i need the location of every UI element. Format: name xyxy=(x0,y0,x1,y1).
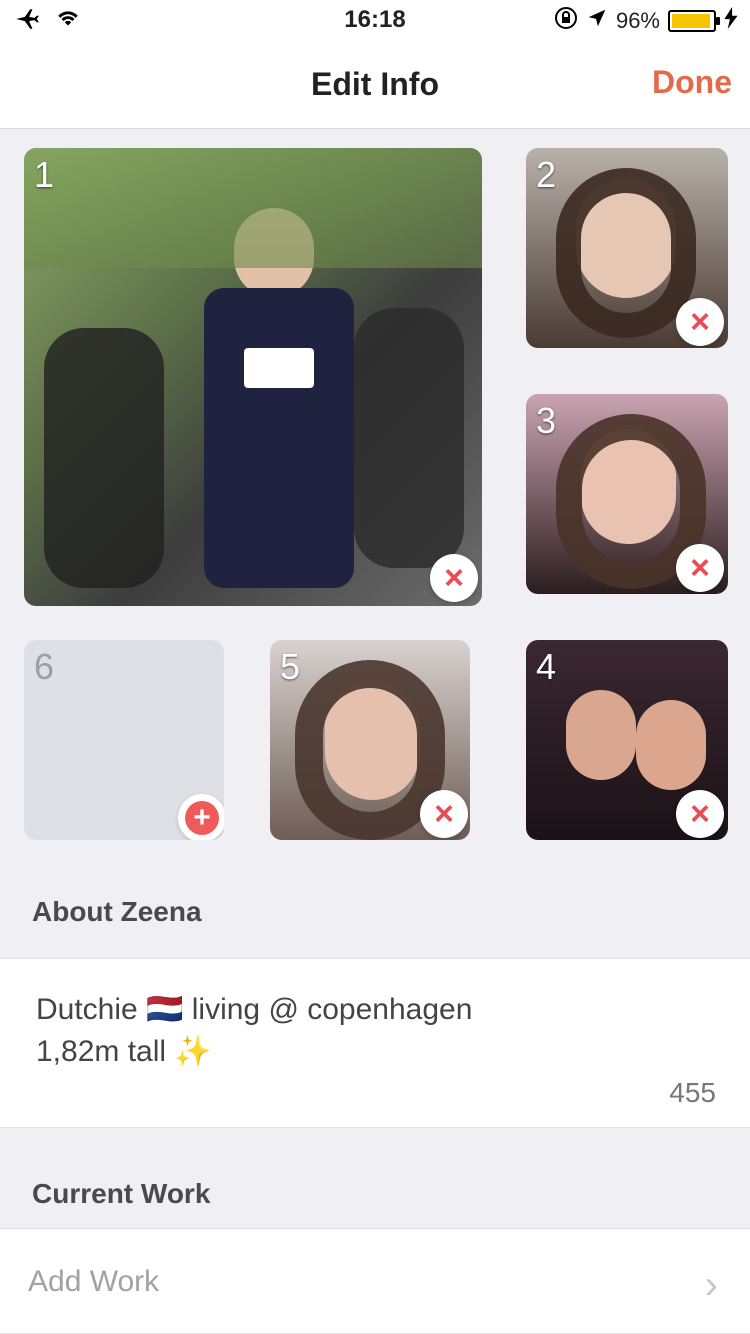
plus-icon: + xyxy=(185,801,219,835)
photo-number: 4 xyxy=(536,646,557,687)
close-icon: × xyxy=(690,303,710,341)
remove-photo-button[interactable]: × xyxy=(676,298,724,346)
remove-photo-button[interactable]: × xyxy=(676,544,724,592)
battery-icon xyxy=(668,10,720,32)
photo-tile-4[interactable]: 4 × xyxy=(526,640,728,840)
photo-number: 2 xyxy=(536,154,557,195)
bio-text[interactable]: Dutchie 🇳🇱 living @ copenhagen 1,82m tal… xyxy=(36,989,714,1073)
about-box[interactable]: Dutchie 🇳🇱 living @ copenhagen 1,82m tal… xyxy=(0,958,750,1128)
close-icon: × xyxy=(690,795,710,833)
add-photo-button[interactable]: + xyxy=(178,794,224,840)
close-icon: × xyxy=(434,795,454,833)
remove-photo-button[interactable]: × xyxy=(420,790,468,838)
photo-tile-2[interactable]: 2 × xyxy=(526,148,728,348)
done-button[interactable]: Done xyxy=(652,64,732,101)
battery-percent: 96% xyxy=(615,8,660,33)
location-arrow-icon xyxy=(586,7,608,35)
work-section-title: Current Work xyxy=(32,1178,211,1209)
charging-bolt-icon xyxy=(724,7,738,35)
photo-number: 6 xyxy=(34,646,55,687)
photo-tile-6[interactable]: 6 + xyxy=(24,640,224,840)
hair-shape xyxy=(556,168,696,338)
remove-photo-button[interactable]: × xyxy=(676,790,724,838)
photo-image xyxy=(566,690,636,780)
character-counter: 455 xyxy=(669,1077,716,1108)
page-title: Edit Info xyxy=(311,66,439,102)
add-work-label: Add Work xyxy=(28,1265,160,1298)
photo-tile-1[interactable]: 1 × xyxy=(24,148,482,606)
chevron-right-icon: › xyxy=(704,1263,718,1307)
about-section-title: About Zeena xyxy=(32,896,202,927)
photo-image xyxy=(24,148,482,606)
navigation-bar: Edit Info Done xyxy=(0,40,750,129)
close-icon: × xyxy=(690,549,710,587)
photo-number: 5 xyxy=(280,646,301,687)
photo-tile-3[interactable]: 3 × xyxy=(526,394,728,594)
add-work-row[interactable]: Add Work › xyxy=(0,1228,750,1334)
photo-number: 3 xyxy=(536,400,557,441)
close-icon: × xyxy=(444,559,464,597)
remove-photo-button[interactable]: × xyxy=(430,554,478,602)
photo-number: 1 xyxy=(34,154,55,195)
photo-image-2 xyxy=(636,700,706,790)
status-bar: 16:18 96% xyxy=(0,0,750,40)
status-right: 96% xyxy=(554,6,738,36)
photo-tile-5[interactable]: 5 × xyxy=(270,640,470,840)
rotation-lock-icon xyxy=(554,6,578,36)
